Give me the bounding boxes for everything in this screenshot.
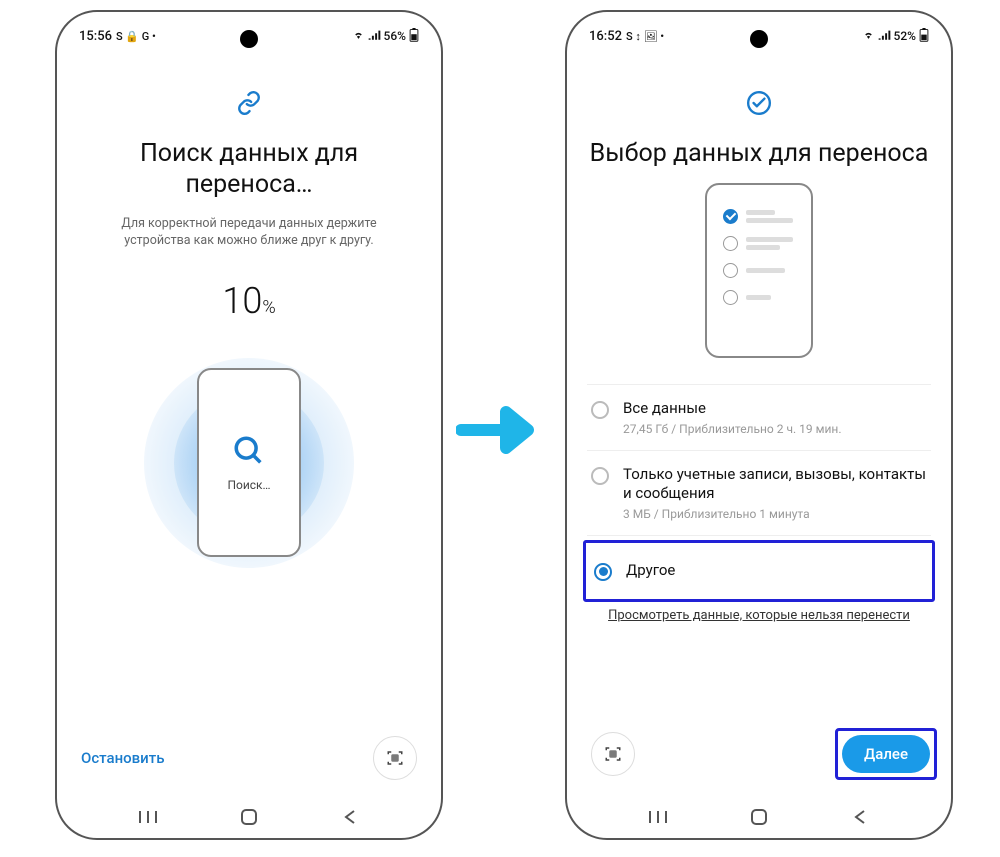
- nav-recents[interactable]: [137, 806, 159, 828]
- status-icons: S ↕ 🖼 •: [626, 30, 664, 43]
- check-icon: [587, 90, 931, 120]
- battery-icon: [409, 28, 419, 45]
- battery-text: 52%: [894, 29, 916, 43]
- progress-percent: 10%: [77, 280, 421, 322]
- android-nav-bar: [567, 806, 951, 828]
- bottom-bar: Остановить: [57, 736, 441, 780]
- radio-icon: [594, 563, 612, 581]
- bottom-bar: Далее: [567, 728, 951, 780]
- option-accounts-only[interactable]: Только учетные записи, вызовы, контакты …: [587, 451, 931, 536]
- option-list: Все данные 27,45 Гб / Приблизительно 2 ч…: [587, 384, 931, 598]
- scan-button[interactable]: [591, 732, 635, 776]
- option-title: Только учетные записи, вызовы, контакты …: [623, 465, 927, 504]
- side-button: [952, 172, 953, 222]
- wifi-icon: [862, 29, 875, 43]
- option-title: Другое: [626, 561, 675, 581]
- phone-left: 15:56 S 🔒 G • 56% Поиск данных для перен…: [55, 10, 443, 840]
- highlight-selection: Другое: [583, 540, 935, 602]
- page-title: Выбор данных для переноса: [587, 138, 931, 169]
- nav-back[interactable]: [339, 806, 361, 828]
- nav-recents[interactable]: [647, 806, 669, 828]
- wifi-icon: [352, 29, 365, 43]
- arrow-icon: [456, 400, 546, 464]
- nav-home[interactable]: [238, 806, 260, 828]
- option-other[interactable]: Другое: [586, 543, 932, 599]
- side-button: [442, 172, 443, 222]
- device-illustration: [705, 183, 813, 358]
- signal-icon: [878, 29, 891, 43]
- camera-notch: [240, 30, 258, 48]
- status-icons: S 🔒 G •: [116, 30, 156, 43]
- screen-content: Поиск данных для переноса… Для корректно…: [57, 50, 441, 766]
- magnifier-icon: [232, 434, 266, 468]
- radio-icon: [591, 467, 609, 485]
- page-title: Поиск данных для переноса…: [77, 138, 421, 201]
- device-illustration: Поиск…: [197, 368, 301, 557]
- screen-content: Выбор данных для переноса Все данные 27,…: [567, 50, 951, 766]
- status-time: 16:52: [589, 29, 622, 44]
- status-time: 15:56: [79, 29, 112, 44]
- signal-icon: [368, 29, 381, 43]
- nav-back[interactable]: [849, 806, 871, 828]
- link-icon: [77, 90, 421, 120]
- battery-text: 56%: [384, 29, 406, 43]
- stop-button[interactable]: Остановить: [81, 749, 164, 767]
- option-subtitle: 3 МБ / Приблизительно 1 минута: [623, 507, 927, 521]
- option-title: Все данные: [623, 399, 842, 419]
- highlight-next: Далее: [835, 728, 937, 780]
- nav-home[interactable]: [748, 806, 770, 828]
- android-nav-bar: [57, 806, 441, 828]
- battery-icon: [919, 28, 929, 45]
- option-subtitle: 27,45 Гб / Приблизительно 2 ч. 19 мин.: [623, 422, 842, 436]
- scan-button[interactable]: [373, 736, 417, 780]
- search-label: Поиск…: [227, 478, 270, 492]
- camera-notch: [750, 30, 768, 48]
- side-button: [952, 302, 953, 397]
- view-excluded-link[interactable]: Просмотреть данные, которые нельзя перен…: [587, 608, 931, 623]
- search-animation: Поиск…: [144, 358, 354, 568]
- page-subtitle: Для корректной передачи данных держите у…: [77, 215, 421, 250]
- phone-right: 16:52 S ↕ 🖼 • 52% Выбор данных для перен…: [565, 10, 953, 840]
- radio-icon: [591, 401, 609, 419]
- side-button: [442, 302, 443, 397]
- next-button[interactable]: Далее: [842, 735, 930, 773]
- option-all-data[interactable]: Все данные 27,45 Гб / Приблизительно 2 ч…: [587, 385, 931, 451]
